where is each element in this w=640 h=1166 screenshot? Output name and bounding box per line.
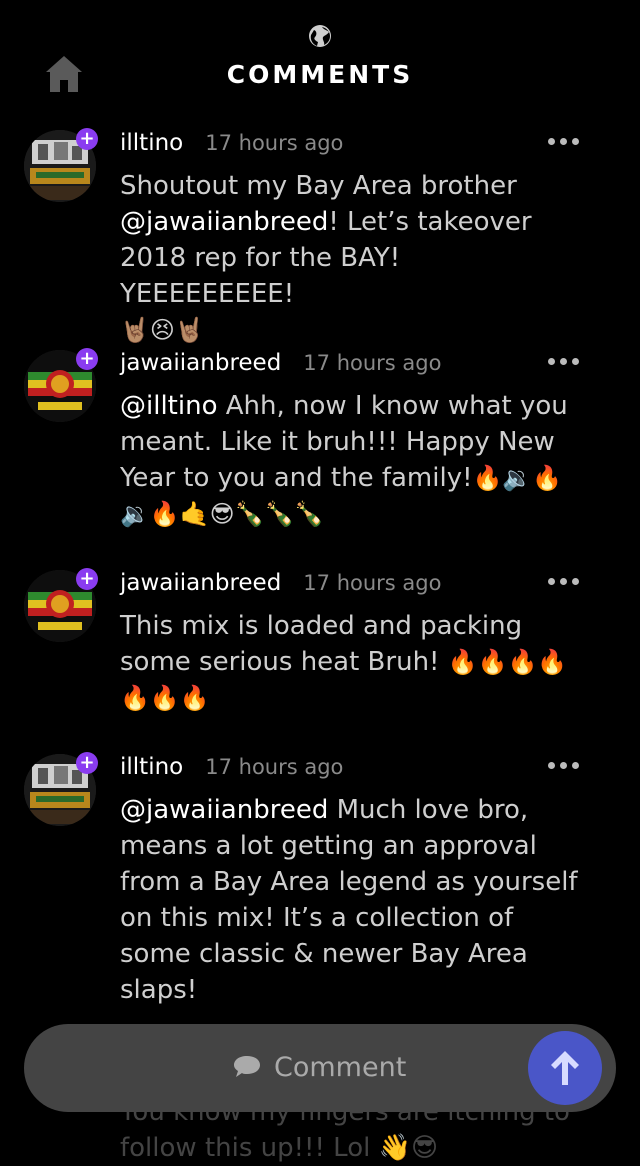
comment-username[interactable]: illtino	[120, 754, 183, 780]
comment-input[interactable]: Comment	[274, 1052, 406, 1083]
comment-timestamp: 17 hours ago	[303, 571, 442, 595]
page-title: COMMENTS	[226, 60, 414, 89]
chat-bubble-icon	[234, 1056, 260, 1077]
mention-link[interactable]: @jawaiianbreed	[120, 207, 328, 237]
avatar[interactable]: +	[24, 752, 98, 826]
comment-emoji: 🤘🏽😣🤘🏽	[120, 316, 205, 344]
mention-link[interactable]: @jawaiianbreed	[120, 795, 328, 825]
comment-text: Shoutout my Bay Area brother @jawaiianbr…	[120, 168, 580, 348]
follow-plus-badge[interactable]: +	[76, 568, 98, 590]
comment-timestamp: 17 hours ago	[205, 755, 344, 779]
comment-username[interactable]: jawaiianbreed	[120, 570, 281, 596]
follow-plus-badge[interactable]: +	[76, 348, 98, 370]
comment-text: @illtino Ahh, now I know what you meant.…	[120, 388, 580, 532]
more-dots-icon[interactable]	[548, 350, 588, 365]
comment-composer-bar[interactable]: Comment	[24, 1024, 616, 1112]
follow-plus-badge[interactable]: +	[76, 128, 98, 150]
more-dots-icon[interactable]	[548, 754, 588, 769]
arrow-up-icon	[551, 1051, 579, 1085]
globe-icon	[309, 25, 331, 47]
comment-timestamp: 17 hours ago	[303, 351, 442, 375]
comment-text-part: Shoutout my Bay Area brother	[120, 171, 517, 201]
more-dots-icon[interactable]	[548, 130, 588, 145]
comment-timestamp: 17 hours ago	[205, 131, 344, 155]
comment-text-part: Much love bro, means a lot getting an ap…	[120, 795, 578, 1005]
avatar[interactable]: +	[24, 348, 98, 422]
mention-link[interactable]: @illtino	[120, 391, 217, 421]
more-dots-icon[interactable]	[548, 570, 588, 585]
comment-username[interactable]: jawaiianbreed	[120, 350, 281, 376]
comment-text: This mix is loaded and packing some seri…	[120, 608, 580, 716]
avatar[interactable]: +	[24, 568, 98, 642]
send-button[interactable]	[528, 1031, 602, 1105]
avatar[interactable]: +	[24, 128, 98, 202]
comment-username[interactable]: illtino	[120, 130, 183, 156]
follow-plus-badge[interactable]: +	[76, 752, 98, 774]
comment-text: @jawaiianbreed Much love bro, means a lo…	[120, 792, 580, 1008]
